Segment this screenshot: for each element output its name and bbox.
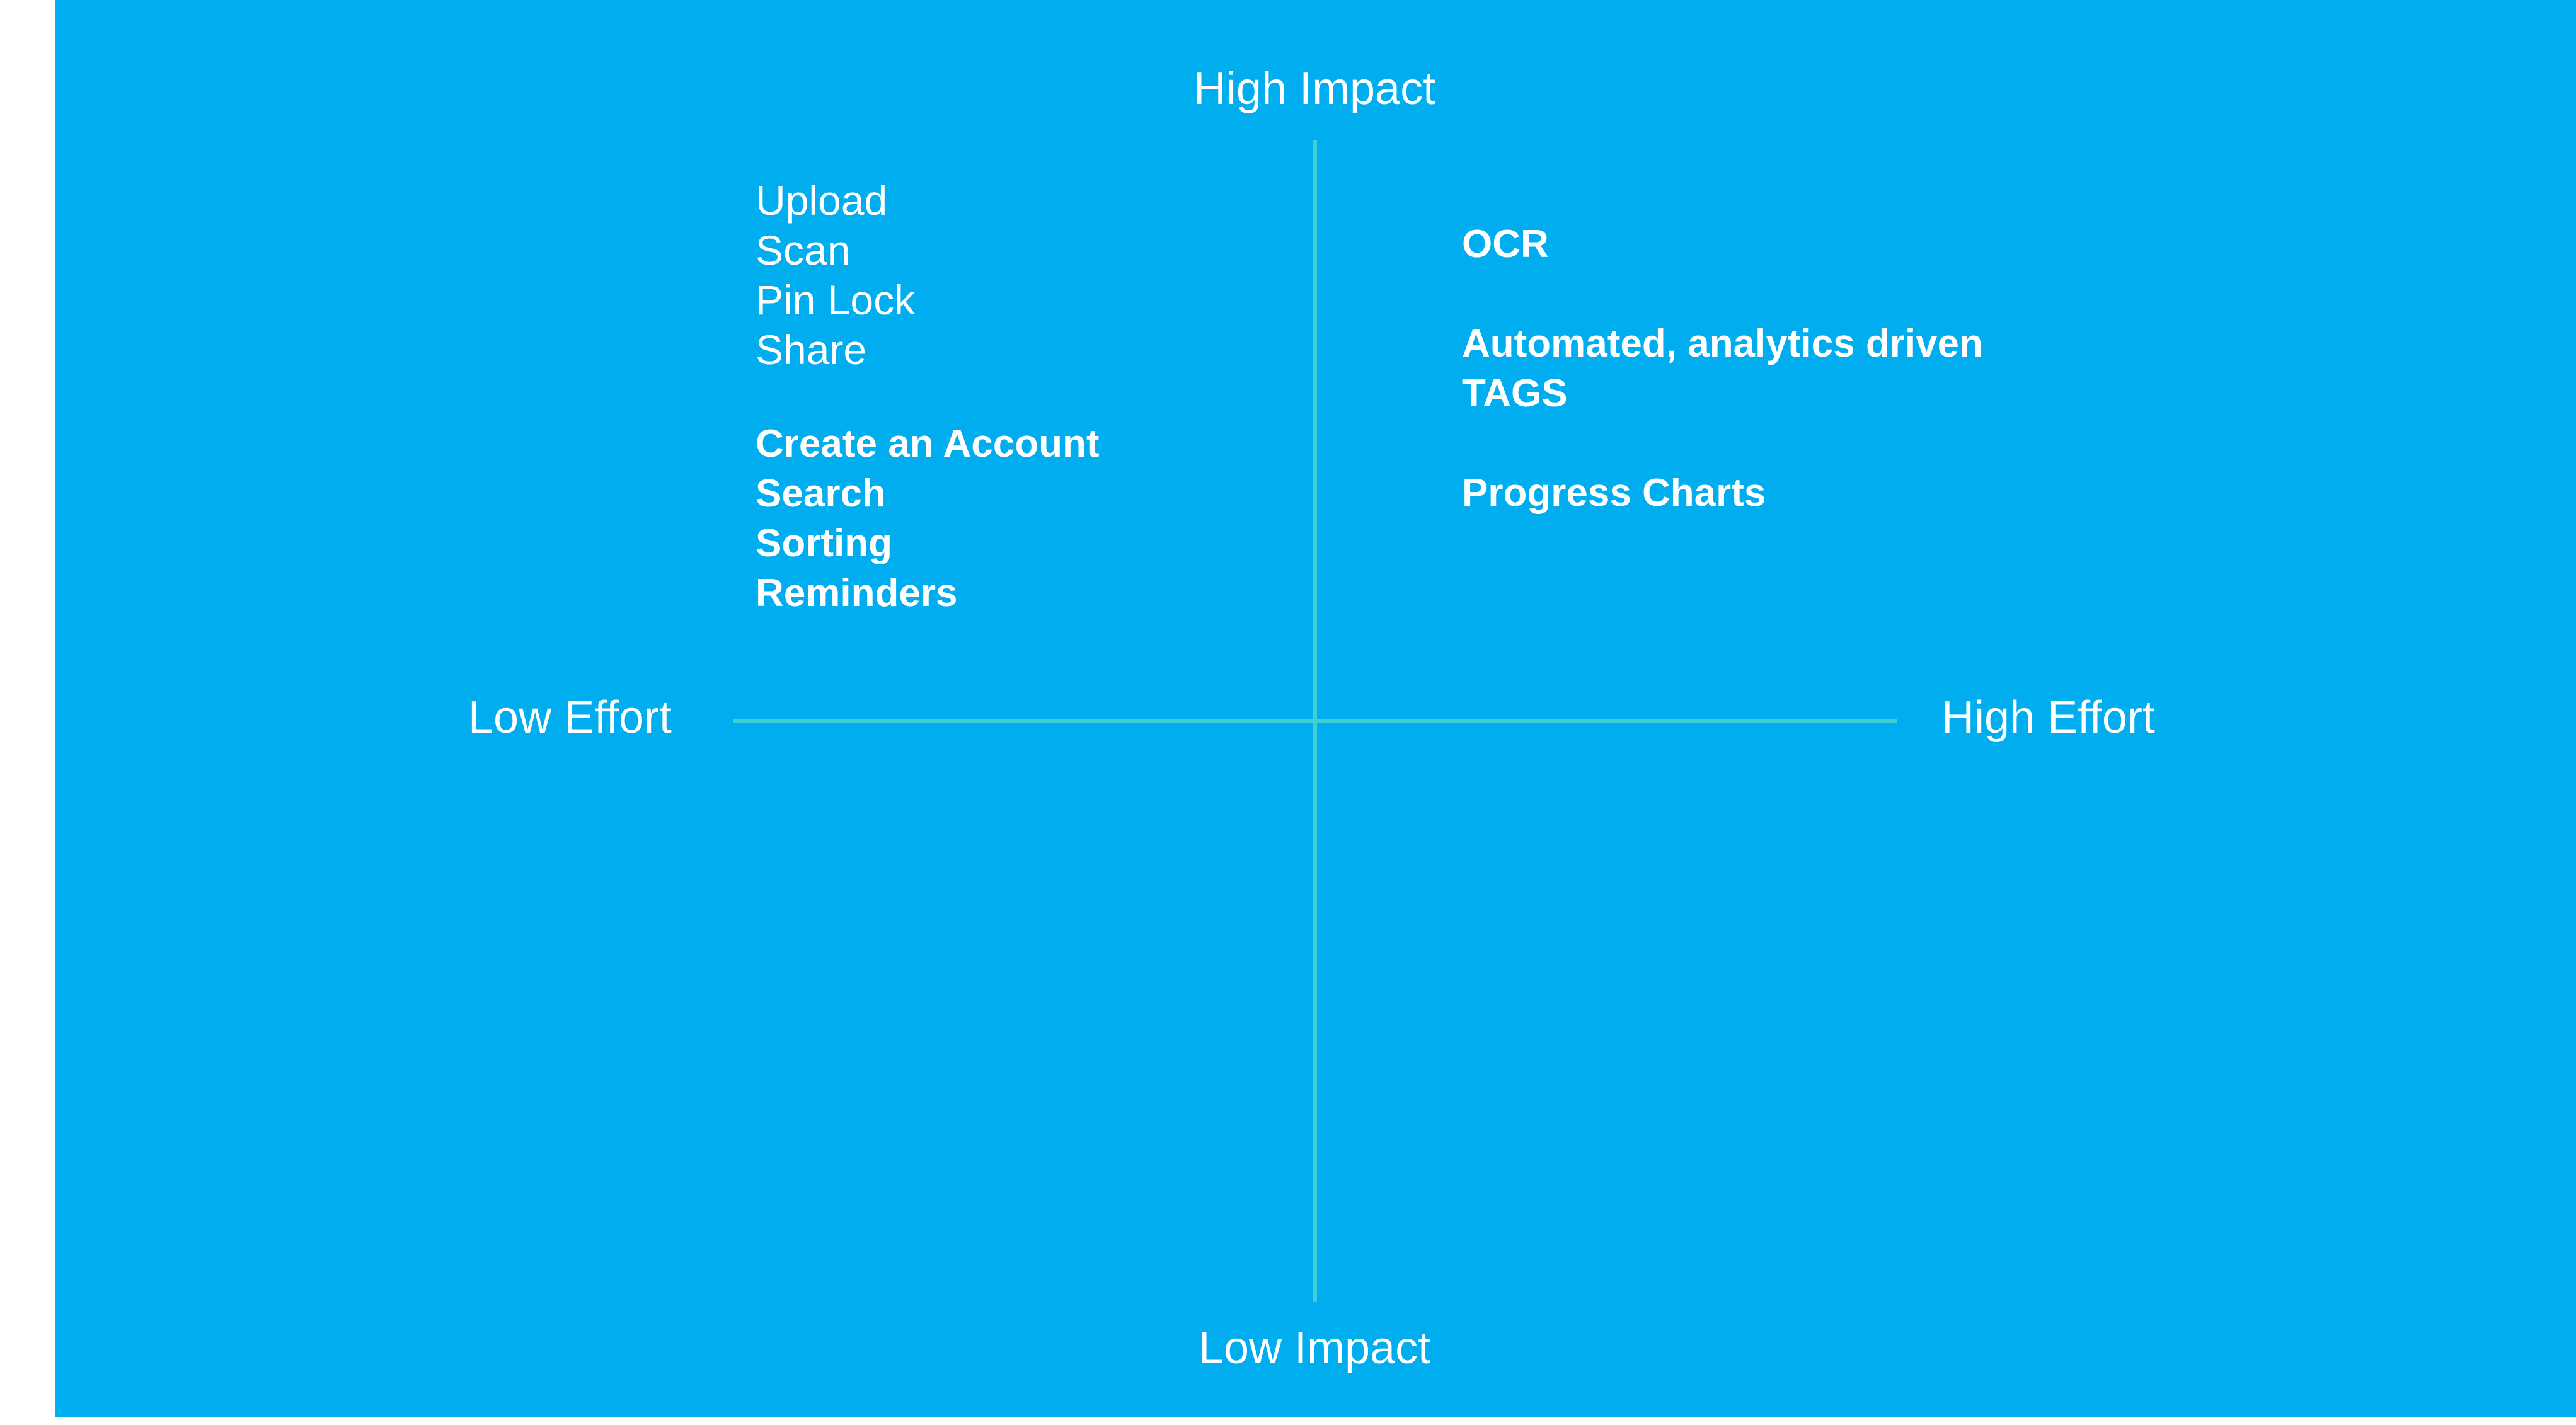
- list-item: Automated, analytics driven: [1462, 322, 1983, 365]
- effort-axis-line: [733, 719, 1897, 723]
- axis-label-low-effort: Low Effort: [468, 692, 672, 743]
- list-item: TAGS: [1462, 372, 1568, 415]
- axis-label-low-impact: Low Impact: [1198, 1323, 1431, 1373]
- list-item: Share: [756, 326, 867, 373]
- list-item: Pin Lock: [756, 277, 916, 323]
- list-item: Reminders: [756, 571, 958, 615]
- quadrant-high-impact-high-effort: OCR Automated, analytics driven TAGS Pro…: [1462, 219, 1983, 518]
- list-item: Create an Account: [756, 422, 1100, 466]
- axis-label-high-impact: High Impact: [1193, 64, 1436, 114]
- list-item: OCR: [1462, 222, 1549, 266]
- axis-label-high-effort: High Effort: [1941, 692, 2155, 743]
- list-item: Progress Charts: [1462, 471, 1766, 515]
- quadrant-high-impact-low-effort: Upload Scan Pin Lock Share Create an Acc…: [756, 176, 1100, 618]
- list-item: Scan: [756, 227, 851, 273]
- list-item: Search: [756, 472, 886, 515]
- list-item: Upload: [756, 177, 888, 224]
- list-item: Sorting: [756, 522, 892, 565]
